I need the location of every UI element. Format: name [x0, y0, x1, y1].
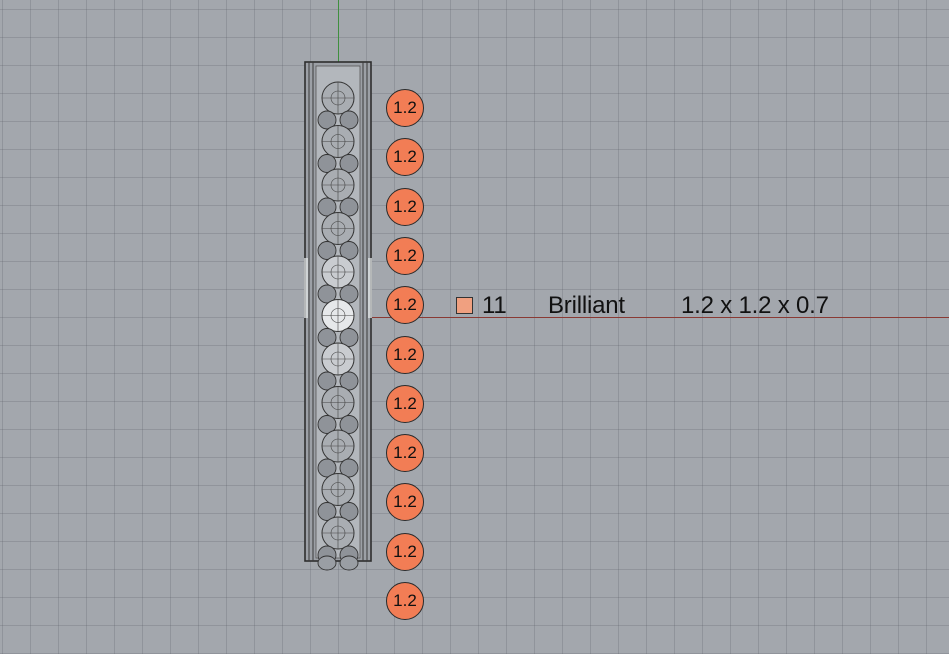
band-highlight [304, 258, 308, 318]
stone-dimensions: 1.2 x 1.2 x 0.7 [681, 292, 829, 319]
side-stone [317, 555, 337, 571]
stone-cut: Brilliant [548, 292, 625, 319]
stone-color-swatch [456, 297, 473, 314]
x-axis-line [338, 317, 949, 318]
stone-size-badge: 1.2 [386, 286, 424, 324]
rhino-viewport[interactable]: 1.2 1.2 1.2 1.2 1.2 1.2 1.2 1.2 1.2 1.2 1.2 11 Bri… [0, 0, 949, 654]
stone-size-badge: 1.2 [386, 385, 424, 423]
stone-size-badge: 1.2 [386, 188, 424, 226]
stone-size-badge: 1.2 [386, 434, 424, 472]
stone-size-badge: 1.2 [386, 533, 424, 571]
stone-count: 11 [482, 292, 507, 319]
stone-size-badge: 1.2 [386, 336, 424, 374]
stone-size-badge: 1.2 [386, 138, 424, 176]
stone-size-badge: 1.2 [386, 582, 424, 620]
ring-wireframe[interactable] [300, 58, 376, 574]
y-axis-line [338, 0, 339, 66]
side-stone [339, 555, 359, 571]
band-highlight [368, 258, 372, 318]
stone-size-badge: 1.2 [386, 483, 424, 521]
stone-size-badge: 1.2 [386, 89, 424, 127]
stone-size-badge: 1.2 [386, 237, 424, 275]
